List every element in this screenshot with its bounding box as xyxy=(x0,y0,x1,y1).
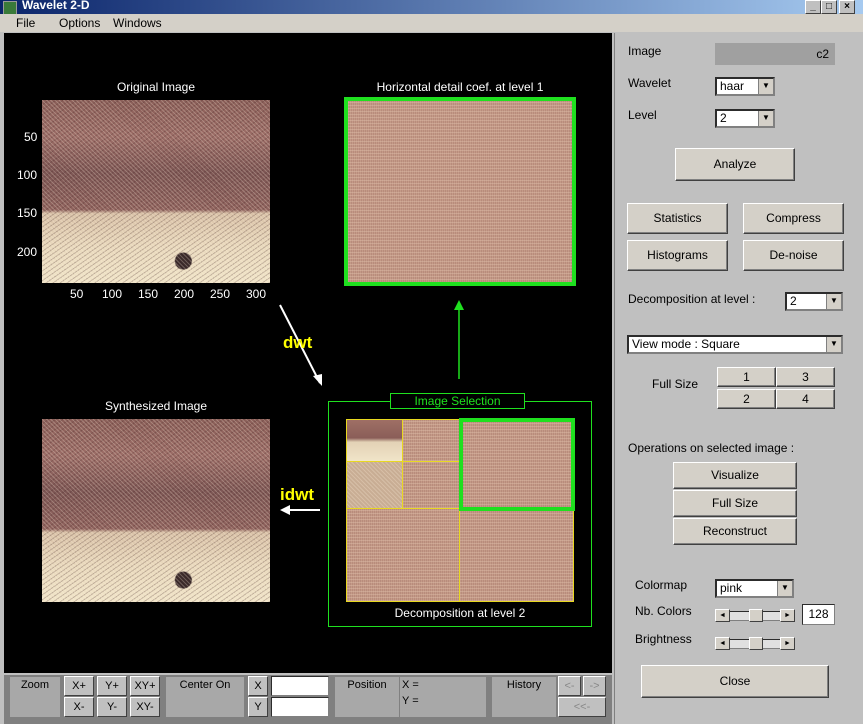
zoom-x-minus-button[interactable]: X- xyxy=(64,697,94,717)
chevron-down-icon: ▼ xyxy=(826,337,841,352)
position-x: X = xyxy=(402,679,419,691)
position-readout: X = Y = xyxy=(400,677,486,717)
denoise-button[interactable]: De-noise xyxy=(743,240,844,271)
window-title: Wavelet 2-D xyxy=(22,0,90,12)
history-label: History xyxy=(492,677,556,717)
level-value: 2 xyxy=(720,111,727,125)
menu-windows[interactable]: Windows xyxy=(113,16,162,30)
tile-border xyxy=(402,461,460,509)
decomposition-caption: Decomposition at level 2 xyxy=(394,606,526,620)
colormap-select[interactable]: pink ▼ xyxy=(715,579,794,598)
wavelet-select[interactable]: haar ▼ xyxy=(715,77,775,96)
histograms-button[interactable]: Histograms xyxy=(627,240,728,271)
brightness-label: Brightness xyxy=(635,632,692,646)
tile-border xyxy=(346,461,403,509)
position-label: Position xyxy=(335,677,399,717)
compress-button[interactable]: Compress xyxy=(743,203,844,234)
wavelet-label: Wavelet xyxy=(628,76,671,90)
figure-canvas: Original Image 50 100 150 200 50 100 150… xyxy=(4,33,612,673)
arrow-right-icon[interactable]: ► xyxy=(780,637,795,650)
bottom-toolbar: Zoom X+ Y+ XY+ X- Y- XY- Center On X Y P… xyxy=(4,675,612,724)
selected-tile-frame xyxy=(459,418,575,511)
position-y: Y = xyxy=(402,695,419,707)
chevron-down-icon: ▼ xyxy=(826,294,841,309)
wavelet-value: haar xyxy=(720,79,745,93)
history-first-button[interactable]: <<- xyxy=(558,697,606,717)
zoom-y-plus-button[interactable]: Y+ xyxy=(97,676,127,696)
tile-border xyxy=(402,419,460,462)
nb-colors-input[interactable]: 128 xyxy=(802,604,835,625)
operations-label: Operations on selected image : xyxy=(628,441,795,455)
tile-border xyxy=(459,508,574,602)
arrow-right-icon[interactable]: ► xyxy=(780,609,795,622)
brightness-slider[interactable]: ◄ ► xyxy=(715,637,795,650)
image-name-field: c2 xyxy=(715,43,835,65)
full-size-4-button[interactable]: 4 xyxy=(776,389,835,409)
nb-colors-label: Nb. Colors xyxy=(635,604,692,618)
zoom-xy-minus-button[interactable]: XY- xyxy=(130,697,160,717)
level-select[interactable]: 2 ▼ xyxy=(715,109,775,128)
full-size-2-button[interactable]: 2 xyxy=(717,389,776,409)
visualize-button[interactable]: Visualize xyxy=(673,462,797,489)
zoom-y-minus-button[interactable]: Y- xyxy=(97,697,127,717)
arrow-left-icon[interactable]: ◄ xyxy=(715,637,730,650)
control-panel: Image c2 Wavelet haar ▼ Level 2 ▼ Analyze … xyxy=(614,33,863,724)
level-label: Level xyxy=(628,108,657,122)
decomposition-level-label: Decomposition at level : xyxy=(628,292,756,306)
zoom-xy-plus-button[interactable]: XY+ xyxy=(130,676,160,696)
decomposition-level-value: 2 xyxy=(790,294,797,308)
chevron-down-icon: ▼ xyxy=(777,581,792,596)
close-window-button[interactable]: × xyxy=(839,0,855,14)
center-x-button[interactable]: X xyxy=(248,676,268,696)
idwt-label: idwt xyxy=(280,485,314,504)
center-y-button[interactable]: Y xyxy=(248,697,268,717)
tile-border xyxy=(346,419,403,462)
menu-options[interactable]: Options xyxy=(59,16,100,30)
image-label: Image xyxy=(628,44,662,58)
minimize-button[interactable]: _ xyxy=(805,0,821,14)
full-size-button[interactable]: Full Size xyxy=(673,490,797,517)
synth-image-title: Synthesized Image xyxy=(104,399,208,413)
maximize-button[interactable]: □ xyxy=(821,0,837,14)
center-on-label: Center On xyxy=(166,677,244,717)
full-size-1-button[interactable]: 1 xyxy=(717,367,776,387)
history-forward-button[interactable]: -> xyxy=(583,676,606,696)
reconstruct-button[interactable]: Reconstruct xyxy=(673,518,797,545)
analyze-button[interactable]: Analyze xyxy=(675,148,795,181)
close-button[interactable]: Close xyxy=(641,665,829,698)
dwt-label: dwt xyxy=(283,333,313,352)
menu-bar: File Options Windows xyxy=(0,14,863,32)
chevron-down-icon: ▼ xyxy=(758,111,773,126)
history-back-button[interactable]: <- xyxy=(558,676,581,696)
arrow-left-icon[interactable]: ◄ xyxy=(715,609,730,622)
decomposition-level-select[interactable]: 2 ▼ xyxy=(785,292,843,311)
view-mode-select[interactable]: View mode : Square ▼ xyxy=(627,335,843,354)
title-bar: Wavelet 2-D _ □ × xyxy=(0,0,863,15)
center-y-input[interactable] xyxy=(271,697,329,717)
statistics-button[interactable]: Statistics xyxy=(627,203,728,234)
slider-thumb[interactable] xyxy=(749,637,763,650)
colormap-value: pink xyxy=(720,581,743,595)
image-selection-title: Image Selection xyxy=(390,393,525,409)
nb-colors-slider[interactable]: ◄ ► xyxy=(715,609,795,622)
app-icon xyxy=(3,1,17,15)
colormap-label: Colormap xyxy=(635,578,688,592)
synthesized-image[interactable] xyxy=(42,419,270,602)
view-mode-value: View mode : Square xyxy=(632,337,740,351)
slider-thumb[interactable] xyxy=(749,609,763,622)
zoom-x-plus-button[interactable]: X+ xyxy=(64,676,94,696)
zoom-label: Zoom xyxy=(10,677,60,717)
tile-border xyxy=(346,508,460,602)
full-size-label: Full Size xyxy=(652,377,699,391)
center-x-input[interactable] xyxy=(271,676,329,696)
menu-file[interactable]: File xyxy=(16,16,35,30)
full-size-3-button[interactable]: 3 xyxy=(776,367,835,387)
chevron-down-icon: ▼ xyxy=(758,79,773,94)
